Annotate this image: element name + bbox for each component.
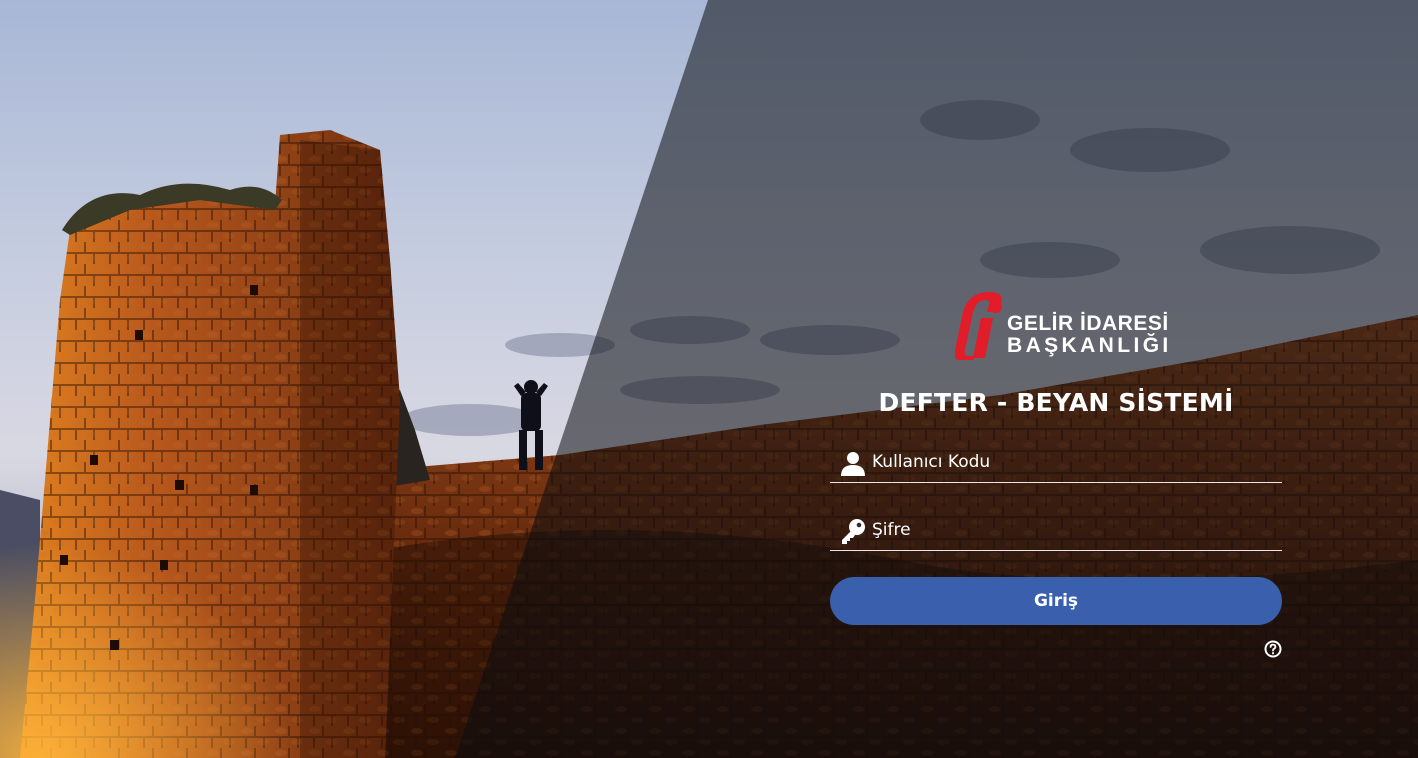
username-field [830, 444, 1282, 483]
username-input[interactable] [872, 448, 1272, 476]
system-title: DEFTER - BEYAN SİSTEMİ [878, 388, 1234, 417]
question-circle-icon[interactable] [1264, 640, 1282, 658]
user-icon [841, 452, 865, 476]
login-panel: GELİR İDARESİ BAŞKANLIĞI DEFTER - BEYAN … [830, 290, 1282, 670]
login-page: GELİR İDARESİ BAŞKANLIĞI DEFTER - BEYAN … [0, 0, 1418, 758]
login-button[interactable]: Giriş [830, 577, 1282, 625]
brand-logo: GELİR İDARESİ BAŞKANLIĞI [955, 290, 1168, 362]
key-icon [842, 519, 865, 544]
brand-name-line2: BAŞKANLIĞI [1007, 334, 1172, 357]
gib-logo-icon [955, 292, 1002, 360]
brand-name-line1: GELİR İDARESİ [1007, 312, 1169, 335]
password-input[interactable] [872, 516, 1272, 544]
password-field [830, 512, 1282, 551]
